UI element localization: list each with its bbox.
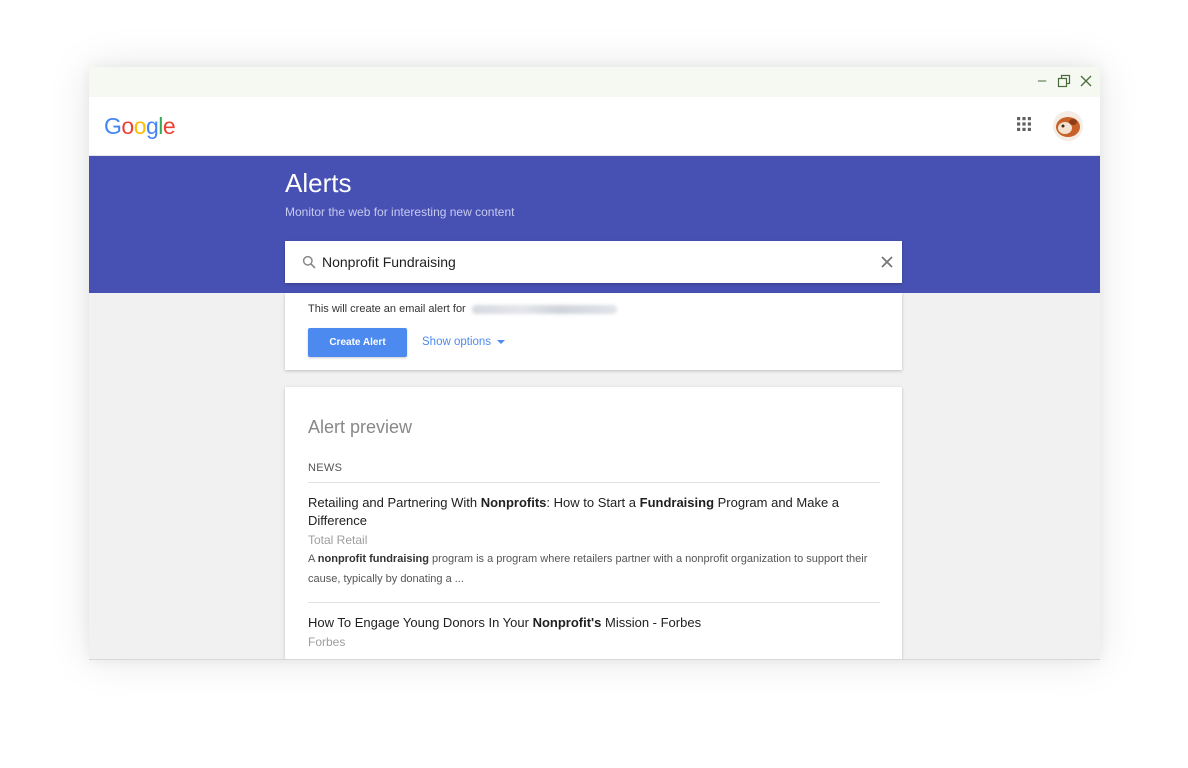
search-input[interactable] xyxy=(322,241,862,283)
restore-icon[interactable] xyxy=(1056,72,1072,90)
highlighted-term: Nonprofit's xyxy=(532,615,602,630)
window-controls: – xyxy=(1034,72,1094,90)
logo-letter: G xyxy=(104,113,122,139)
highlighted-term: Nonprofits xyxy=(480,495,547,510)
preview-title: Alert preview xyxy=(308,417,413,437)
text-run: Retailing and Partnering With xyxy=(308,495,481,510)
blurred-email xyxy=(471,304,617,314)
app-header: Google xyxy=(89,97,1100,156)
page-title: Alerts xyxy=(285,168,352,198)
divider xyxy=(308,602,880,603)
alert-search-box xyxy=(285,241,902,283)
text-run: A xyxy=(308,553,318,565)
create-alert-button[interactable]: Create Alert xyxy=(308,328,407,357)
window-titlebar: – xyxy=(89,67,1100,97)
result-item: How To Engage Young Donors In Your Nonpr… xyxy=(308,614,868,649)
show-options-link[interactable]: Show options xyxy=(422,336,506,348)
result-source: Forbes xyxy=(308,635,346,649)
logo-letter: o xyxy=(133,113,147,139)
avatar-icon[interactable] xyxy=(1053,111,1083,141)
result-snippet: A nonprofit fundraising program is a pro… xyxy=(308,549,868,589)
browser-window: – Google Alerts Monitor the web for inte… xyxy=(89,67,1100,660)
text-run: : How to Start a xyxy=(546,495,640,510)
highlighted-term: Fundraising xyxy=(639,495,715,510)
text-run: Mission - Forbes xyxy=(601,615,702,630)
result-title-link[interactable]: Retailing and Partnering With Nonprofits… xyxy=(308,494,868,530)
minimize-icon[interactable]: – xyxy=(1034,72,1050,90)
highlighted-term: nonprofit fundraising xyxy=(317,553,429,565)
window-bottom-edge xyxy=(89,659,1100,660)
show-options-label: Show options xyxy=(422,336,492,348)
result-item: Retailing and Partnering With Nonprofits… xyxy=(308,494,868,589)
section-label-news: NEWS xyxy=(308,462,343,474)
create-alert-card: This will create an email alert for Crea… xyxy=(285,293,902,370)
email-notice: This will create an email alert for xyxy=(308,303,617,315)
result-title-link[interactable]: How To Engage Young Donors In Your Nonpr… xyxy=(308,614,868,632)
search-icon xyxy=(302,255,316,269)
result-source: Total Retail xyxy=(308,533,368,547)
google-logo[interactable]: Google xyxy=(104,113,176,140)
text-run: How To Engage Young Donors In Your xyxy=(308,615,533,630)
logo-letter: e xyxy=(162,113,176,139)
logo-letter: g xyxy=(145,113,159,139)
logo-letter: o xyxy=(121,113,134,139)
divider xyxy=(308,482,880,483)
grid-icon[interactable] xyxy=(1016,116,1032,132)
alert-preview-card: Alert preview NEWS Retailing and Partner… xyxy=(285,387,902,660)
email-notice-text: This will create an email alert for xyxy=(308,303,466,315)
page-subtitle: Monitor the web for interesting new cont… xyxy=(285,205,515,219)
caret-down-icon xyxy=(497,340,506,344)
close-icon[interactable] xyxy=(880,255,894,269)
close-icon[interactable] xyxy=(1078,72,1094,90)
